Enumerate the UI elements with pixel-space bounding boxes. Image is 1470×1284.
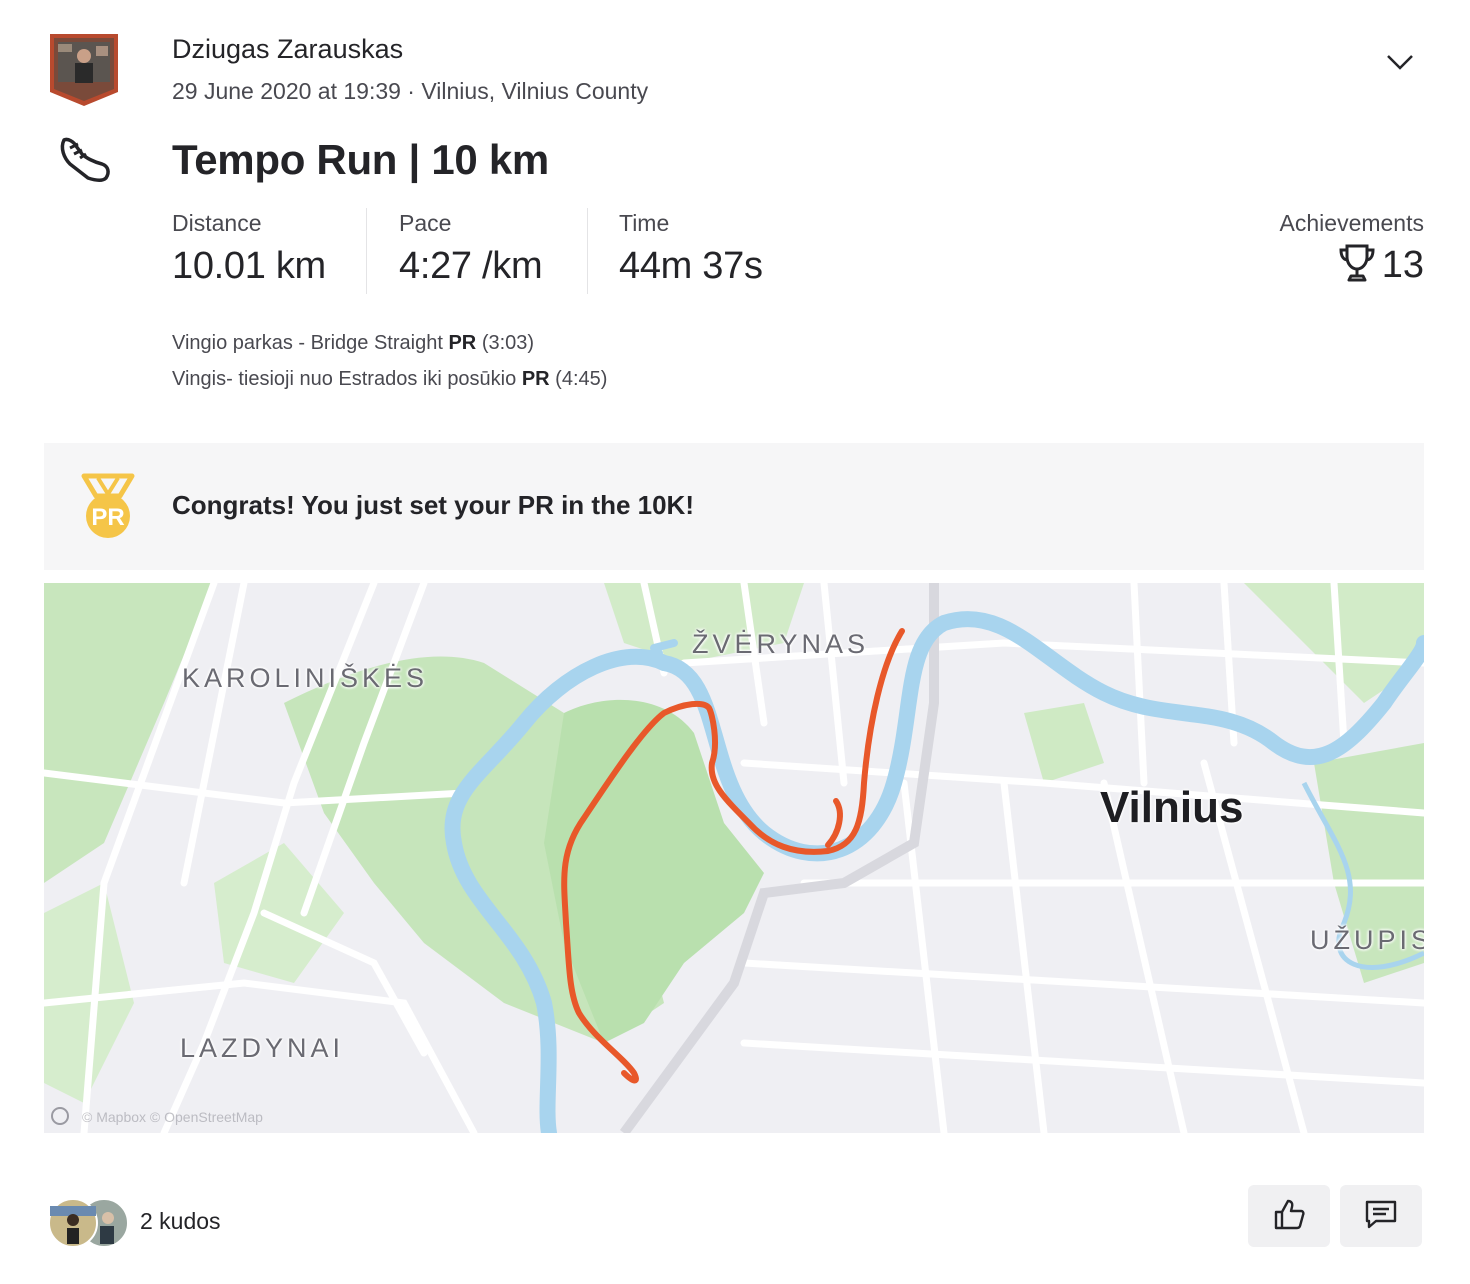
map-label: LAZDYNAI [180,1033,345,1063]
segment-badge: PR [448,332,477,354]
medal-text: PR [91,504,124,531]
kudos-avatars[interactable] [48,1198,132,1248]
map-label: KAROLINIŠKĖS [182,663,429,693]
activity-title[interactable]: Tempo Run | 10 km [172,136,549,184]
map-label: ŽVĖRYNAS [692,629,870,659]
comment-button[interactable] [1340,1185,1422,1247]
segment-name: Vingis- tiesioji nuo Estrados iki posūki… [172,368,517,390]
stat-divider [366,208,367,294]
kudo-button[interactable] [1248,1185,1330,1247]
thumbs-up-icon [1272,1197,1306,1236]
segment-row[interactable]: Vingio parkas - Bridge Straight PR (3:03… [172,332,534,355]
segment-badge: PR [521,368,550,390]
route-map[interactable]: KAROLINIŠKĖS ŽVĖRYNAS Vilnius UŽUPIS LAZ… [44,583,1424,1133]
achievements-label: Achievements [1279,210,1424,236]
stat-pace: Pace 4:27 /km [399,210,543,288]
stat-label: Time [619,210,670,236]
stat-value: 44m 37s [619,245,763,287]
pr-medal-icon: PR [80,472,136,542]
segment-time: (4:45) [555,368,608,390]
kudos-count[interactable]: 2 kudos [140,1208,221,1235]
stat-value: 4:27 /km [399,245,543,287]
stat-divider [587,208,588,294]
achievements-count: 13 [1381,244,1424,286]
stat-time: Time 44m 37s [619,210,763,288]
run-shoe-icon [54,134,114,186]
stat-value: 10.01 km [172,245,326,287]
stat-label: Distance [172,210,262,236]
athlete-name[interactable]: Dziugas Zarauskas [172,34,403,65]
segment-row[interactable]: Vingis- tiesioji nuo Estrados iki posūki… [172,368,607,391]
athlete-avatar[interactable] [48,32,120,108]
map-label-city: Vilnius [1100,783,1244,832]
congrats-text: Congrats! You just set your PR in the 10… [172,490,694,520]
map-label: UŽUPIS [1310,925,1424,955]
stat-label: Pace [399,210,452,236]
achievements[interactable]: Achievements 13 [1280,210,1424,288]
trophy-icon [1338,243,1376,288]
segment-time: (3:03) [481,332,535,354]
stat-distance: Distance 10.01 km [172,210,326,288]
chevron-down-icon[interactable] [1380,46,1420,78]
segment-name: Vingio parkas - Bridge Straight [172,332,443,354]
comment-icon [1364,1197,1398,1236]
map-credit: © Mapbox © OpenStreetMap [82,1109,263,1125]
activity-meta: 29 June 2020 at 19:39 · Vilnius, Vilnius… [172,78,649,104]
